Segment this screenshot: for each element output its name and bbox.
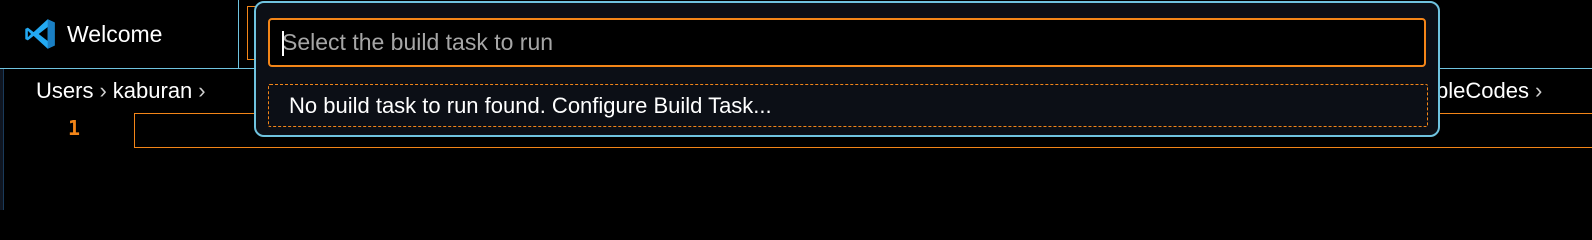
text-cursor bbox=[282, 31, 284, 56]
chevron-right-icon: › bbox=[1534, 78, 1543, 103]
vscode-logo-icon bbox=[23, 17, 57, 51]
chevron-right-icon: › bbox=[99, 78, 107, 103]
breadcrumb-item-users[interactable]: Users bbox=[36, 78, 93, 104]
line-number: 1 bbox=[68, 116, 81, 140]
breadcrumb-trailing-label: pleCodes bbox=[1436, 78, 1529, 103]
quick-pick-item-configure-build-task[interactable]: No build task to run found. Configure Bu… bbox=[268, 84, 1428, 127]
chevron-right-icon: › bbox=[198, 78, 206, 103]
tab-label: Welcome bbox=[67, 20, 163, 47]
editor-window: Welcome Users › kaburan › pleCodes › 1 N… bbox=[0, 0, 1592, 210]
tab-welcome[interactable]: Welcome bbox=[3, 0, 239, 68]
quick-pick-widget: No build task to run found. Configure Bu… bbox=[254, 1, 1440, 137]
breadcrumb-item-trailing[interactable]: pleCodes › bbox=[1436, 69, 1548, 113]
quick-pick-input-box[interactable] bbox=[268, 18, 1426, 67]
quick-pick-input[interactable] bbox=[270, 20, 1424, 65]
breadcrumb-item-kaburan[interactable]: kaburan bbox=[113, 78, 193, 104]
